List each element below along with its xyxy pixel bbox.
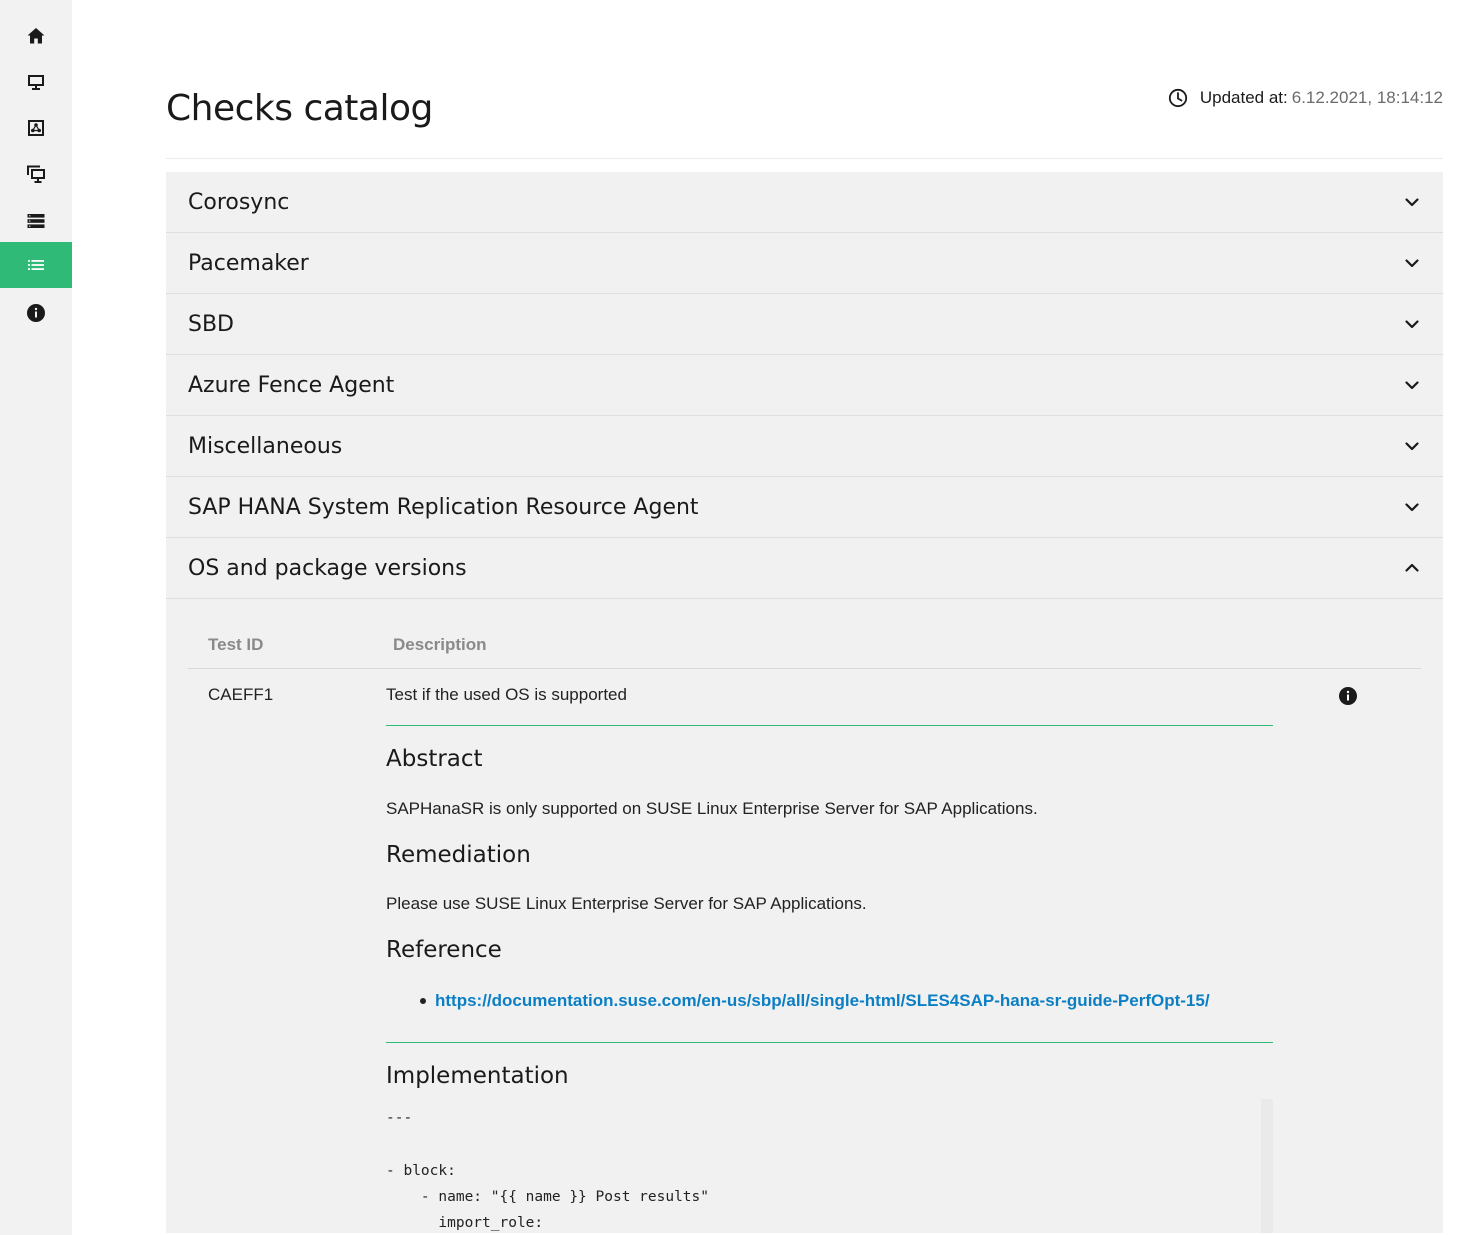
accordion-header-azure-fence-agent[interactable]: Azure Fence Agent xyxy=(166,355,1443,416)
accordion-title: Corosync xyxy=(188,189,290,215)
page-title: Checks catalog xyxy=(166,88,433,129)
server-stack-icon xyxy=(27,214,45,228)
chevron-up-icon xyxy=(1405,563,1419,572)
main-content: Checks catalog Updated at: 6.12.2021, 18… xyxy=(166,0,1443,1235)
info-icon xyxy=(27,304,45,322)
sidebar-item-about[interactable] xyxy=(0,290,72,336)
monitor-icon xyxy=(28,75,44,90)
accordion-panel-os-package-versions: Test ID Description CAEFF1 Test if the u… xyxy=(166,599,1443,1233)
sidebar xyxy=(0,0,72,1235)
accordion-header-sbd[interactable]: SBD xyxy=(166,294,1443,355)
implementation-code: --- - block: - name: "{{ name }} Post re… xyxy=(386,1110,710,1232)
accordion-title: OS and package versions xyxy=(188,555,467,581)
accordion-header-corosync[interactable]: Corosync xyxy=(166,172,1443,233)
abstract-text: SAPHanaSR is only supported on SUSE Linu… xyxy=(386,799,1038,818)
sidebar-item-hana-databases[interactable] xyxy=(0,198,72,244)
network-icon xyxy=(28,120,44,136)
header-divider xyxy=(166,158,1443,159)
remediation-text: Please use SUSE Linux Enterprise Server … xyxy=(386,894,867,913)
column-header-description: Description xyxy=(393,635,487,654)
checks-table-header: Test ID Description xyxy=(188,635,1421,669)
check-id: CAEFF1 xyxy=(208,685,274,704)
sidebar-item-hosts[interactable] xyxy=(0,59,72,105)
sidebar-item-home[interactable] xyxy=(0,13,72,59)
bullet xyxy=(420,998,426,1004)
check-description: Test if the used OS is supported xyxy=(386,685,627,704)
accordion-header-os-package-versions[interactable]: OS and package versions xyxy=(166,538,1443,599)
abstract-heading: Abstract xyxy=(386,746,483,772)
updated-label: Updated at: xyxy=(1199,88,1288,107)
sidebar-item-sap-systems[interactable] xyxy=(0,151,72,197)
chevron-down-icon xyxy=(1405,320,1419,329)
chevron-down-icon xyxy=(1405,442,1419,451)
checks-accordion: Corosync Pacemaker SBD Azure Fence Agent… xyxy=(166,172,1443,1233)
details-divider xyxy=(386,1042,1273,1043)
accordion-title: Miscellaneous xyxy=(188,433,343,459)
chevron-down-icon xyxy=(1405,198,1419,207)
chevron-down-icon xyxy=(1405,259,1419,268)
home-icon xyxy=(27,28,45,44)
column-header-test-id: Test ID xyxy=(208,635,264,654)
sidebar-item-checks-catalog[interactable] xyxy=(0,242,72,288)
list-icon xyxy=(28,260,44,270)
chevron-down-icon xyxy=(1405,381,1419,390)
reference-link[interactable]: https://documentation.suse.com/en-us/sbp… xyxy=(435,991,1210,1011)
accordion-title: SBD xyxy=(188,311,234,337)
accordion-header-miscellaneous[interactable]: Miscellaneous xyxy=(166,416,1443,477)
details-divider xyxy=(386,725,1273,726)
accordion-header-sap-hana-sr-agent[interactable]: SAP HANA System Replication Resource Age… xyxy=(166,477,1443,538)
reference-list-item: https://documentation.suse.com/en-us/sbp… xyxy=(420,991,1210,1011)
updated-value: 6.12.2021, 18:14:12 xyxy=(1291,88,1443,107)
updated-at: Updated at: 6.12.2021, 18:14:12 xyxy=(1168,88,1443,108)
screens-icon xyxy=(27,165,45,183)
accordion-title: Pacemaker xyxy=(188,250,309,276)
sidebar-item-clusters[interactable] xyxy=(0,105,72,151)
chevron-down-icon xyxy=(1405,503,1419,512)
reference-heading: Reference xyxy=(386,937,502,963)
accordion-header-pacemaker[interactable]: Pacemaker xyxy=(166,233,1443,294)
accordion-title: Azure Fence Agent xyxy=(188,372,395,398)
accordion-title: SAP HANA System Replication Resource Age… xyxy=(188,494,699,520)
info-icon[interactable] xyxy=(1338,686,1358,706)
implementation-heading: Implementation xyxy=(386,1063,569,1089)
clock-icon xyxy=(1168,88,1187,108)
remediation-heading: Remediation xyxy=(386,842,531,868)
